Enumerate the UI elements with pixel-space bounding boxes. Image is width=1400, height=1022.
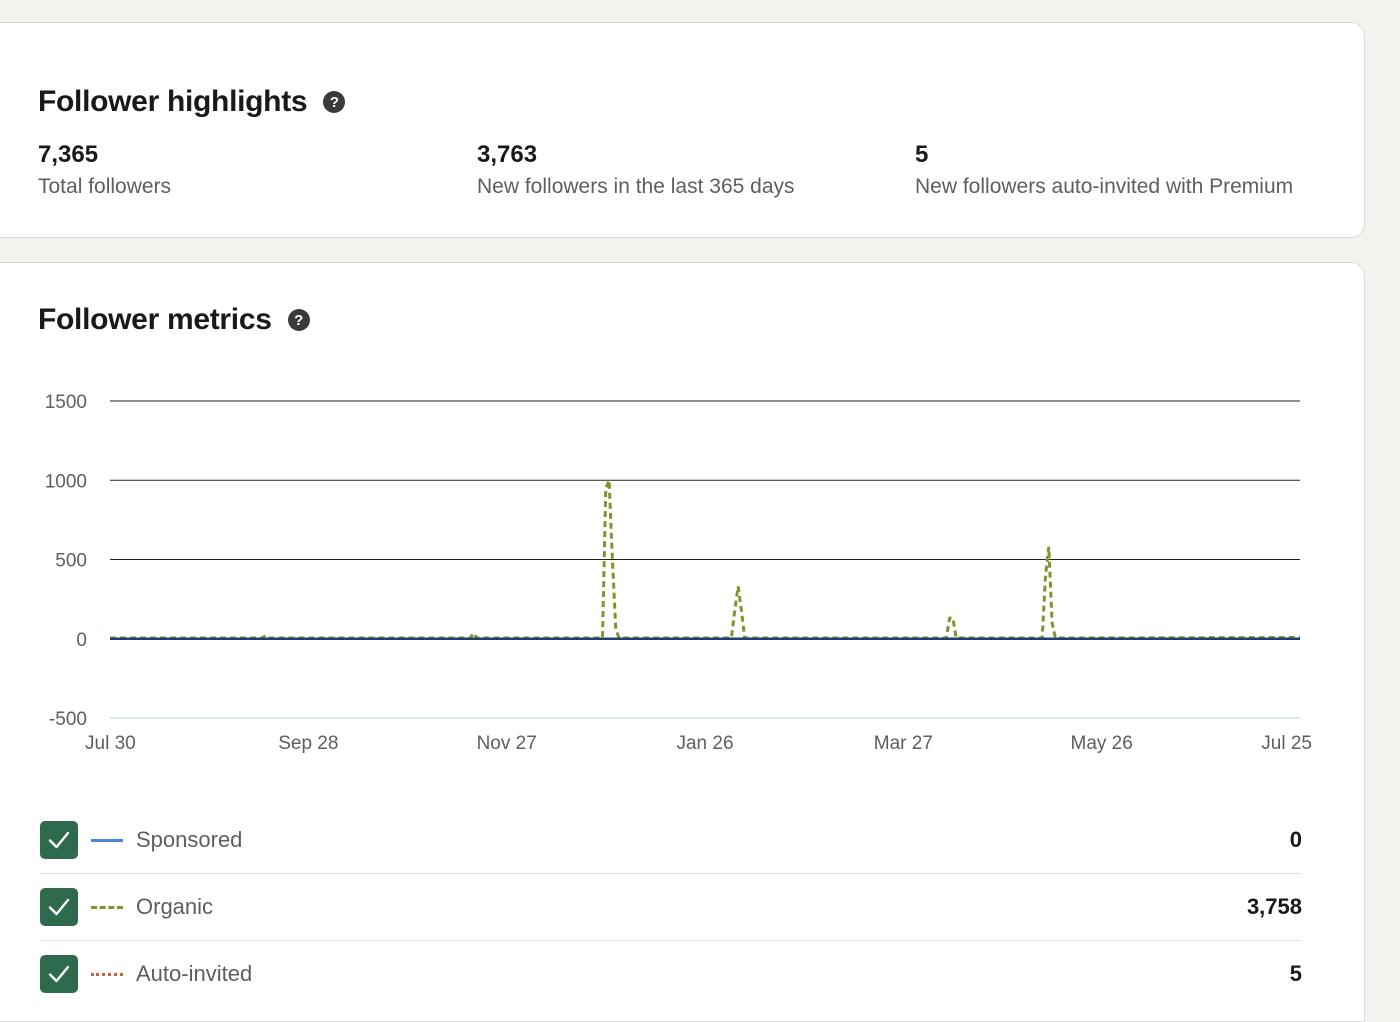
legend-value: 0 <box>1289 827 1302 852</box>
checkbox-auto-invited[interactable] <box>40 955 78 993</box>
x-tick-label: Jul 30 <box>85 733 136 754</box>
legend-row-sponsored[interactable]: Sponsored 0 <box>40 807 1302 874</box>
follower-metrics-card: Follower metrics ? 1500 1000 500 0 -500 Jul 3… <box>0 262 1365 1022</box>
checkbox-organic[interactable] <box>40 888 78 926</box>
legend-label: Auto-invited <box>136 961 253 986</box>
x-tick-label: Sep 28 <box>278 733 338 754</box>
y-tick-label: 0 <box>76 630 87 651</box>
legend-label: Sponsored <box>136 827 243 852</box>
x-tick-label: May 26 <box>1071 733 1133 754</box>
y-tick-label: 500 <box>55 551 87 572</box>
follower-metrics-chart: 1500 1000 500 0 -500 Jul 30 Sep 28 Nov 27 Jan 26… <box>45 392 1312 754</box>
legend-swatch-organic <box>91 905 123 909</box>
x-tick-label: Nov 27 <box>477 733 537 754</box>
legend-value: 3,758 <box>1246 894 1302 919</box>
follower-highlights-title-text: Follower highlights <box>38 85 308 118</box>
checkbox-sponsored[interactable] <box>40 821 78 859</box>
legend-label: Organic <box>136 894 214 919</box>
checkmark-icon <box>48 965 70 983</box>
x-tick-label: Jan 26 <box>676 733 733 754</box>
follower-highlights-card: Follower highlights ? 7,365 Total follow… <box>0 22 1365 238</box>
stat-label: Total followers <box>38 175 172 198</box>
legend-value: 5 <box>1289 961 1302 986</box>
checkmark-icon <box>48 898 70 916</box>
y-tick-label: -500 <box>49 709 87 730</box>
x-tick-label: Mar 27 <box>874 733 933 754</box>
stat-total-followers: 7,365 Total followers <box>38 141 171 199</box>
stat-label: New followers in the last 365 days <box>477 175 795 198</box>
help-icon[interactable]: ? <box>323 91 346 113</box>
y-tick-label: 1000 <box>45 471 87 492</box>
stat-auto-invited: 5 New followers auto-invited with Premiu… <box>915 141 1293 199</box>
legend-row-organic[interactable]: Organic 3,758 <box>40 874 1302 941</box>
stat-value: 5 <box>915 141 929 168</box>
follower-highlights-title: Follower highlights ? <box>38 85 346 119</box>
stat-value: 3,763 <box>477 141 538 168</box>
checkmark-icon <box>48 831 70 849</box>
legend-row-auto-invited[interactable]: Auto-invited 5 <box>40 941 1302 1007</box>
legend-swatch-sponsored <box>91 838 123 842</box>
y-tick-label: 1500 <box>45 392 87 413</box>
legend-swatch-auto-invited <box>91 972 123 976</box>
stat-new-followers: 3,763 New followers in the last 365 days <box>477 141 795 199</box>
stat-label: New followers auto-invited with Premium <box>915 175 1294 198</box>
stat-value: 7,365 <box>38 141 99 168</box>
x-tick-label: Jul 25 <box>1261 733 1312 754</box>
